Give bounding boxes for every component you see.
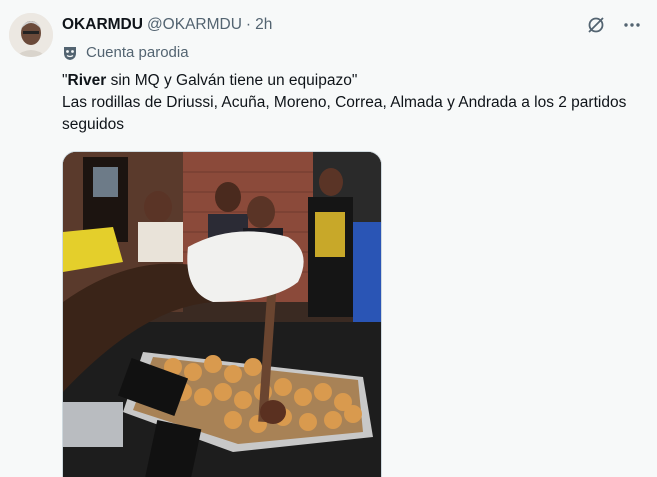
tweet-text-rest: sin MQ y Galván tiene un equipazo" bbox=[106, 72, 358, 89]
display-name[interactable]: OKARMDU bbox=[62, 14, 143, 36]
user-handle[interactable]: @OKARMDU bbox=[147, 14, 242, 36]
parody-label: Cuenta parodia bbox=[86, 44, 189, 61]
tweet-header: OKARMDU @OKARMDU · 2h bbox=[62, 14, 272, 36]
more-icon[interactable] bbox=[621, 14, 643, 36]
tweet-text: "River sin MQ y Galván tiene un equipazo… bbox=[62, 70, 642, 136]
tweet-actions-top bbox=[585, 14, 643, 36]
grok-icon[interactable] bbox=[585, 14, 607, 36]
parody-mask-icon bbox=[64, 47, 76, 60]
tweet-text-line-1: "River sin MQ y Galván tiene un equipazo… bbox=[62, 70, 642, 92]
tweet-text-line-2: Las rodillas de Driussi, Acuña, Moreno, … bbox=[62, 94, 627, 133]
avatar[interactable] bbox=[9, 13, 53, 57]
tweet-media-video[interactable] bbox=[62, 151, 382, 477]
parody-badge: Cuenta parodia bbox=[62, 42, 189, 64]
timestamp[interactable]: 2h bbox=[255, 14, 272, 36]
separator-dot: · bbox=[245, 16, 252, 33]
tweet-text-bold: River bbox=[67, 72, 107, 89]
tweet-card[interactable]: OKARMDU @OKARMDU · 2h Cuenta parodia "Ri… bbox=[0, 0, 657, 477]
